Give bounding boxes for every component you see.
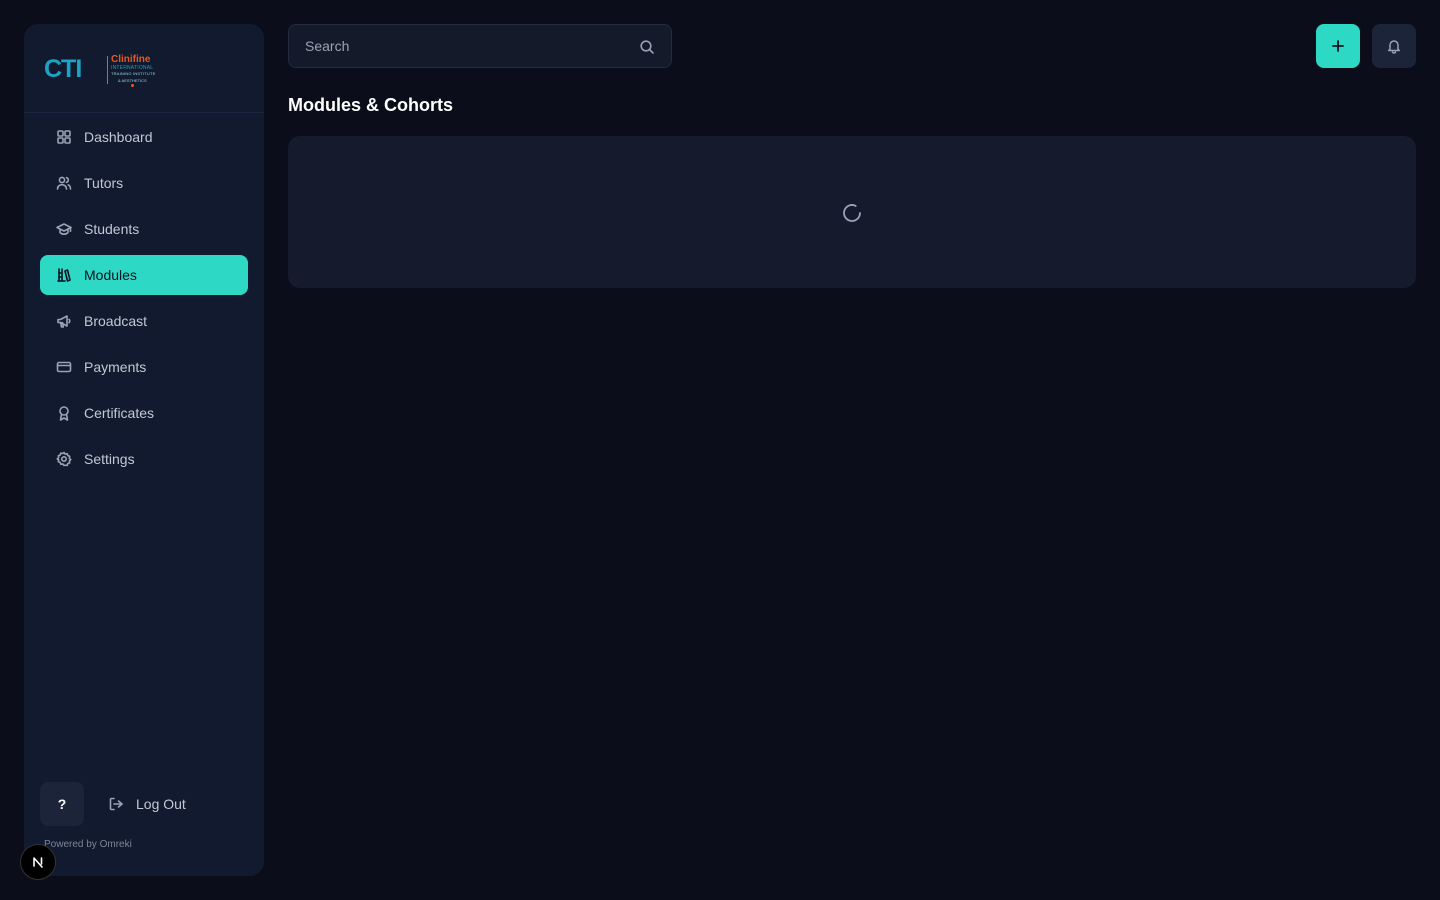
logo-dot — [131, 84, 134, 87]
sidebar-item-tutors[interactable]: Tutors — [40, 163, 248, 203]
sidebar-item-broadcast[interactable]: Broadcast — [40, 301, 248, 341]
sidebar-item-dashboard[interactable]: Dashboard — [40, 117, 248, 157]
loading-spinner-icon — [841, 202, 863, 224]
sidebar-item-students[interactable]: Students — [40, 209, 248, 249]
sidebar-item-payments[interactable]: Payments — [40, 347, 248, 387]
sidebar-item-label: Dashboard — [84, 129, 153, 145]
credit-card-icon — [56, 359, 72, 375]
search-input[interactable] — [289, 25, 671, 67]
logo-mark: CTI — [44, 55, 82, 83]
gear-icon — [56, 451, 72, 467]
sidebar-nav: Dashboard Tutors Students Modules Broadc… — [40, 113, 248, 485]
sidebar: CTI Clinifine INTERNATIONAL TRAINING INS… — [24, 24, 264, 876]
sidebar-item-label: Settings — [84, 451, 135, 467]
sidebar-item-certificates[interactable]: Certificates — [40, 393, 248, 433]
library-icon — [56, 267, 72, 283]
logout-label: Log Out — [136, 796, 186, 812]
grid-icon — [56, 129, 72, 145]
sidebar-item-label: Broadcast — [84, 313, 148, 329]
sidebar-item-label: Students — [84, 221, 140, 237]
logo[interactable]: CTI Clinifine INTERNATIONAL TRAINING INS… — [24, 24, 264, 113]
plus-icon — [1332, 40, 1344, 52]
megaphone-icon — [56, 313, 72, 329]
logout-icon — [109, 797, 123, 811]
dev-tools-badge[interactable] — [20, 844, 56, 880]
n-logo-icon — [33, 857, 43, 868]
users-icon — [56, 175, 72, 191]
page-title: Modules & Cohorts — [288, 95, 453, 115]
sidebar-item-settings[interactable]: Settings — [40, 439, 248, 479]
powered-by-text: Powered by Omreki — [44, 839, 132, 850]
logo-brand: Clinifine — [111, 54, 151, 65]
logo-line-2: TRAINING INSTITUTE — [111, 71, 156, 76]
sidebar-item-modules[interactable]: Modules — [40, 255, 248, 295]
bell-icon — [1388, 40, 1400, 54]
sidebar-item-label: Modules — [84, 267, 137, 283]
logo-line-3: & AESTHETICS — [118, 78, 147, 83]
sidebar-item-label: Payments — [84, 359, 147, 375]
sidebar-item-label: Certificates — [84, 405, 155, 421]
add-button[interactable] — [1316, 24, 1360, 68]
award-icon — [56, 405, 72, 421]
logo-divider — [107, 56, 108, 84]
help-button[interactable]: ? — [40, 782, 84, 826]
logout-button[interactable]: Log Out — [108, 792, 186, 816]
content-panel — [288, 136, 1416, 288]
sidebar-item-label: Tutors — [84, 175, 124, 191]
graduation-cap-icon — [56, 221, 72, 237]
search-icon[interactable] — [639, 39, 655, 55]
search-box — [288, 24, 672, 68]
notifications-button[interactable] — [1372, 24, 1416, 68]
